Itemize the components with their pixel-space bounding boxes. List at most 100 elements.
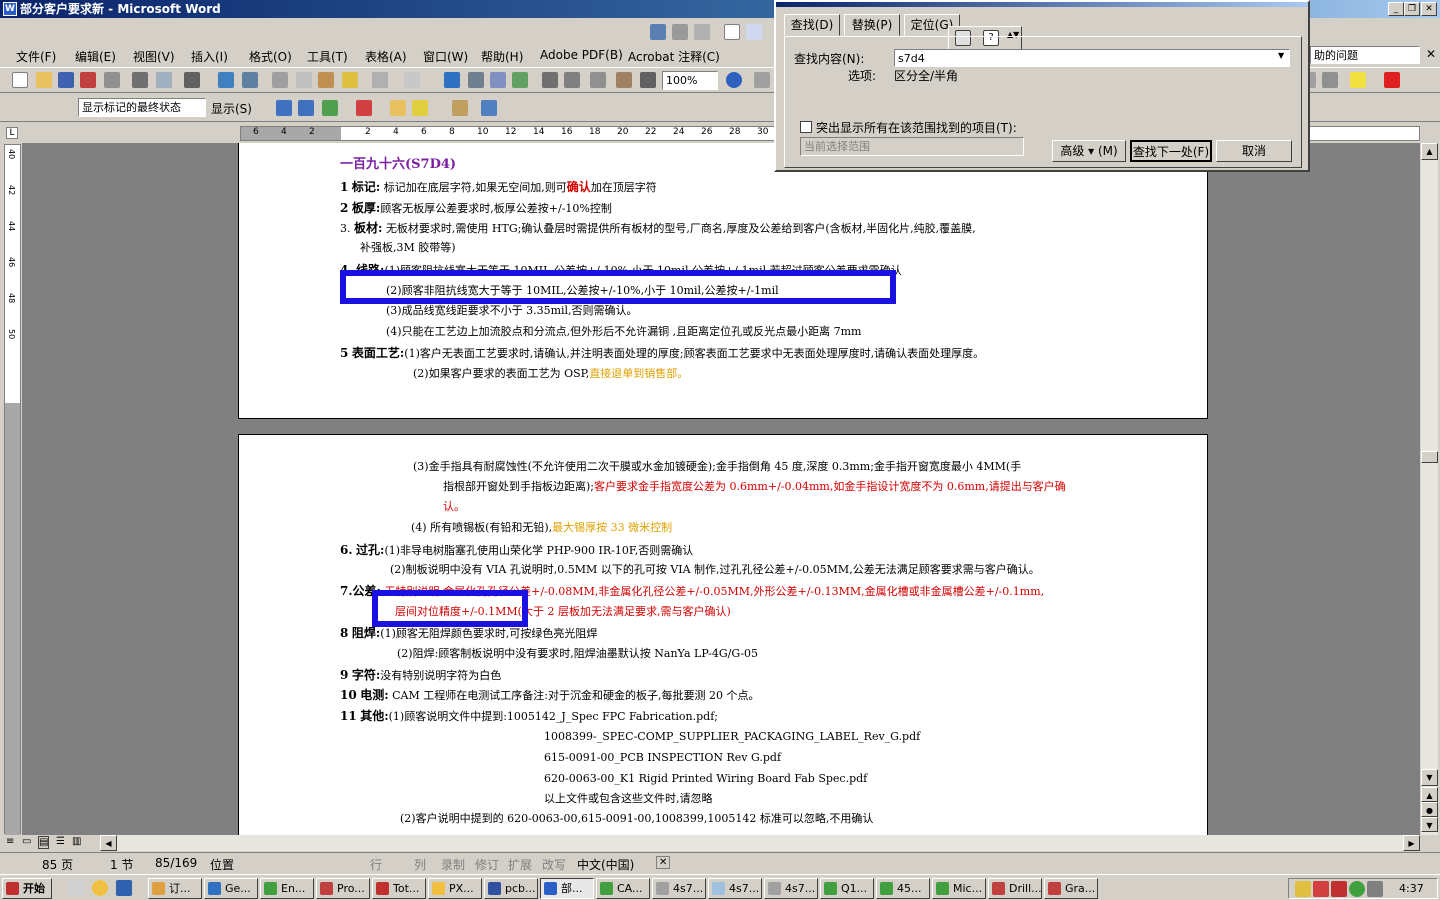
cut-icon[interactable] bbox=[272, 72, 288, 88]
menu-help[interactable]: 帮助(H) bbox=[481, 48, 523, 65]
find-what-input[interactable]: s7d4 bbox=[894, 49, 1290, 67]
menu-adobe-pdf[interactable]: Adobe PDF(B) bbox=[540, 48, 623, 62]
insert-excel-icon[interactable] bbox=[512, 72, 528, 88]
taskbar-button[interactable]: Tot... bbox=[372, 878, 426, 899]
help-icon[interactable] bbox=[726, 72, 742, 88]
next-page-button[interactable]: ▼ bbox=[1421, 817, 1438, 832]
search-scope-select[interactable]: 当前选择范围 bbox=[800, 137, 1024, 156]
next-change-icon[interactable] bbox=[298, 100, 314, 116]
tab-selector[interactable]: L bbox=[6, 127, 18, 139]
accept-change-icon[interactable] bbox=[322, 100, 338, 116]
document-map-icon[interactable] bbox=[590, 72, 606, 88]
print-preview-icon[interactable] bbox=[156, 72, 172, 88]
tab-find[interactable]: 查找(D) bbox=[784, 14, 840, 36]
print-icon[interactable] bbox=[132, 72, 148, 88]
spelling-icon[interactable] bbox=[218, 72, 234, 88]
format-painter-icon[interactable] bbox=[342, 72, 358, 88]
taskbar-button[interactable]: Gra... bbox=[1044, 878, 1098, 899]
menu-table[interactable]: 表格(A) bbox=[365, 48, 407, 65]
cancel-button[interactable]: 取消 bbox=[1216, 140, 1292, 162]
hyperlink-icon[interactable] bbox=[444, 72, 460, 88]
print-layout-icon[interactable]: ▤ bbox=[38, 836, 50, 849]
font-color-icon[interactable] bbox=[1384, 72, 1400, 88]
taskbar-button[interactable]: pcb... bbox=[484, 878, 538, 899]
scroll-thumb[interactable] bbox=[1421, 451, 1438, 463]
toolbar-options-icon[interactable] bbox=[481, 100, 497, 116]
show-hide-icon[interactable] bbox=[616, 72, 632, 88]
status-track[interactable]: 修订 bbox=[475, 856, 499, 873]
menu-file[interactable]: 文件(F) bbox=[16, 48, 56, 65]
reject-change-icon[interactable] bbox=[356, 100, 372, 116]
close-window-button[interactable]: ✕ bbox=[1421, 2, 1437, 16]
reading-view-icon[interactable]: ▥ bbox=[72, 836, 81, 847]
read-icon[interactable] bbox=[754, 72, 770, 88]
taskbar-button[interactable]: 部... bbox=[540, 878, 594, 899]
quicklaunch-clock-icon[interactable] bbox=[92, 880, 108, 896]
tray-acrobat-icon[interactable] bbox=[1313, 881, 1329, 897]
vertical-scrollbar[interactable]: ▲ ▼ ▲ ● ▼ bbox=[1421, 143, 1438, 835]
copy-icon[interactable] bbox=[296, 72, 312, 88]
taskbar-button[interactable]: 4s7... bbox=[764, 878, 818, 899]
permission-icon[interactable] bbox=[80, 72, 96, 88]
close-doc-icon[interactable]: ✕ bbox=[1426, 47, 1436, 61]
clock[interactable]: 4:37 bbox=[1399, 882, 1424, 895]
scroll-down-button[interactable]: ▼ bbox=[1421, 769, 1438, 786]
web-view-icon[interactable]: ▭ bbox=[22, 836, 31, 847]
track-icon[interactable] bbox=[672, 24, 688, 40]
tables-borders-icon[interactable] bbox=[468, 72, 484, 88]
show-desktop-icon[interactable] bbox=[68, 880, 84, 896]
highlight-all-checkbox[interactable] bbox=[800, 121, 812, 133]
minimize-button[interactable]: _ bbox=[1388, 2, 1404, 16]
research-icon[interactable] bbox=[242, 72, 258, 88]
taskbar-button[interactable]: 订... bbox=[148, 878, 202, 899]
taskbar-button[interactable]: 4s7... bbox=[652, 878, 706, 899]
new-document-icon[interactable] bbox=[12, 72, 28, 88]
taskbar-button[interactable]: Drill... bbox=[988, 878, 1042, 899]
scroll-left-button[interactable]: ◀ bbox=[100, 835, 117, 851]
draw-icon[interactable] bbox=[650, 24, 666, 40]
taskbar-button[interactable]: PX... bbox=[428, 878, 482, 899]
paste-icon[interactable] bbox=[318, 72, 334, 88]
tray-x-icon[interactable] bbox=[1331, 881, 1347, 897]
advanced-button[interactable]: 高级 ▾ (M) bbox=[1052, 140, 1126, 162]
tray-network-icon[interactable] bbox=[1349, 881, 1365, 897]
menu-acrobat-comments[interactable]: Acrobat 注释(C) bbox=[628, 48, 720, 65]
select-browse-object-button[interactable]: ● bbox=[1421, 802, 1438, 817]
taskbar-button[interactable]: Pro... bbox=[316, 878, 370, 899]
scroll-up-button[interactable]: ▲ bbox=[1421, 143, 1438, 160]
document-area[interactable]: 一百九十六(S7D4) 1 标记: 标记加在底层字符,如果无空间加,则可确认加在… bbox=[22, 143, 1420, 835]
find-dropdown-icon[interactable]: ▼ bbox=[1278, 51, 1284, 60]
redo-icon[interactable] bbox=[404, 72, 420, 88]
new-comment-icon[interactable] bbox=[390, 100, 406, 116]
tray-app-icon[interactable] bbox=[1295, 881, 1311, 897]
display-for-review-select[interactable]: 显示标记的最终状态 bbox=[78, 98, 206, 117]
restore-button[interactable]: ❐ bbox=[1404, 2, 1420, 16]
start-button[interactable]: 开始 bbox=[2, 878, 52, 899]
zoom-select[interactable]: 100% bbox=[662, 71, 718, 90]
show-menu-button[interactable]: 显示(S) bbox=[211, 100, 252, 117]
status-record[interactable]: 录制 bbox=[441, 856, 465, 873]
undo-icon[interactable] bbox=[372, 72, 388, 88]
taskbar-button[interactable]: Q1... bbox=[820, 878, 874, 899]
find-next-button[interactable]: 查找下一处(F) bbox=[1130, 140, 1212, 162]
scroll-right-button[interactable]: ▶ bbox=[1403, 835, 1420, 851]
pilcrow-icon[interactable] bbox=[640, 72, 656, 88]
track-changes-icon[interactable] bbox=[412, 100, 428, 116]
taskbar-button[interactable]: Ge... bbox=[204, 878, 258, 899]
traditional-chinese-icon[interactable] bbox=[184, 72, 200, 88]
comment-icon[interactable] bbox=[694, 24, 710, 40]
reviewing-pane-icon[interactable] bbox=[452, 100, 468, 116]
outdent-icon[interactable] bbox=[1322, 72, 1338, 88]
menu-insert[interactable]: 插入(I) bbox=[191, 48, 228, 65]
status-overtype[interactable]: 改写 bbox=[542, 856, 566, 873]
spelling-status-icon[interactable]: ✕ bbox=[656, 856, 671, 869]
menu-format[interactable]: 格式(O) bbox=[249, 48, 292, 65]
open-folder-icon[interactable] bbox=[36, 72, 52, 88]
help-question-box[interactable]: 助的问题 bbox=[1310, 46, 1420, 64]
taskbar-button[interactable]: 45... bbox=[876, 878, 930, 899]
taskbar-button[interactable]: 4s7... bbox=[708, 878, 762, 899]
dialog-title-bar[interactable] bbox=[776, 2, 1308, 7]
save-icon[interactable] bbox=[58, 72, 74, 88]
taskbar-button[interactable]: Mic... bbox=[932, 878, 986, 899]
insert-table-icon[interactable] bbox=[490, 72, 506, 88]
